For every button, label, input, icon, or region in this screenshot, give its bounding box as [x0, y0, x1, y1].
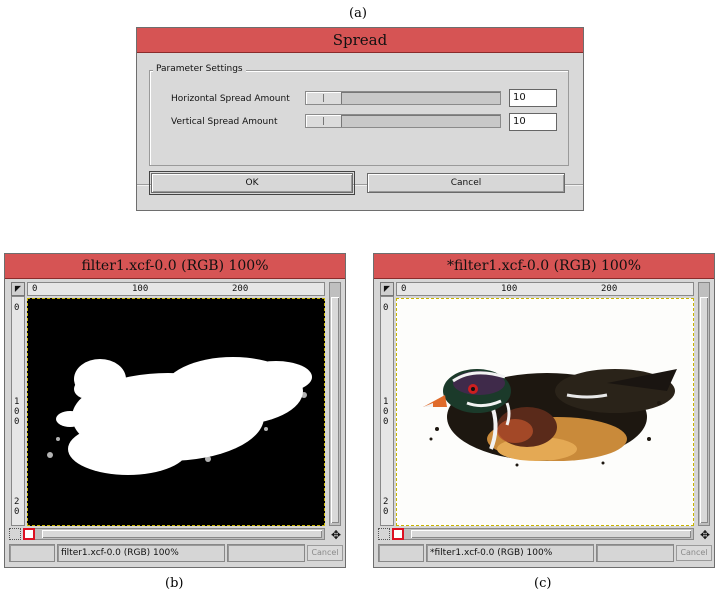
vertical-scrollbar[interactable] — [329, 282, 341, 526]
vertical-slider-thumb[interactable] — [306, 115, 342, 127]
window-title: filter1.xcf-0.0 (RGB) 100% — [81, 258, 269, 274]
scroll-thumb[interactable] — [331, 297, 339, 523]
quick-mask-toggle-icon[interactable] — [392, 528, 404, 540]
vertical-spread-label: Vertical Spread Amount — [171, 117, 278, 127]
progress-area — [596, 544, 674, 562]
ruler-tick: 100 — [501, 284, 518, 294]
caption-b: (b) — [165, 576, 184, 591]
image-canvas[interactable] — [396, 298, 694, 526]
ruler-tick: 0 — [32, 284, 38, 294]
spread-dialog: Spread Parameter Settings Horizontal Spr… — [136, 27, 584, 211]
navigate-icon[interactable]: ✥ — [329, 528, 343, 542]
scroll-thumb[interactable] — [700, 297, 708, 523]
horizontal-ruler[interactable]: 0 100 200 — [27, 282, 325, 296]
window-title: *filter1.xcf-0.0 (RGB) 100% — [446, 258, 642, 274]
image-window-duck: *filter1.xcf-0.0 (RGB) 100% ◤ 0 100 200 … — [373, 253, 715, 568]
quick-mask-icon[interactable] — [378, 528, 390, 540]
vertical-spread-slider[interactable] — [305, 114, 501, 128]
ruler-tick: 200 — [601, 284, 618, 294]
horizontal-spread-slider[interactable] — [305, 91, 501, 105]
window-titlebar[interactable]: *filter1.xcf-0.0 (RGB) 100% — [374, 254, 714, 279]
vertical-scrollbar[interactable] — [698, 282, 710, 526]
caption-c: (c) — [534, 576, 552, 591]
progress-area — [227, 544, 305, 562]
duck-image — [423, 369, 677, 467]
horizontal-scrollbar[interactable] — [27, 528, 325, 540]
status-cancel-button[interactable]: Cancel — [307, 545, 343, 561]
image-window-mask: filter1.xcf-0.0 (RGB) 100% ◤ 0 100 200 0… — [4, 253, 346, 568]
horizontal-spread-input[interactable]: 10 — [509, 89, 557, 107]
ruler-tick: 2 0 — [14, 497, 20, 517]
ruler-tick: 0 — [401, 284, 407, 294]
navigate-icon[interactable]: ✥ — [698, 528, 712, 542]
mask-image — [47, 357, 312, 475]
horizontal-ruler[interactable]: 0 100 200 — [396, 282, 694, 296]
ruler-tick: 0 — [383, 303, 389, 313]
status-cell-left — [9, 544, 55, 562]
caption-a: (a) — [349, 6, 367, 21]
dialog-titlebar[interactable]: Spread — [137, 28, 583, 53]
window-titlebar[interactable]: filter1.xcf-0.0 (RGB) 100% — [5, 254, 345, 279]
quick-mask-toggle-icon[interactable] — [23, 528, 35, 540]
menu-arrow-icon[interactable]: ◤ — [380, 282, 394, 296]
ruler-tick: 200 — [232, 284, 249, 294]
status-text: *filter1.xcf-0.0 (RGB) 100% — [426, 544, 594, 562]
status-cancel-button[interactable]: Cancel — [676, 545, 712, 561]
scroll-thumb[interactable] — [42, 530, 322, 538]
group-label: Parameter Settings — [153, 64, 246, 74]
quick-mask-icon[interactable] — [9, 528, 21, 540]
horizontal-scrollbar[interactable] — [396, 528, 694, 540]
scroll-thumb[interactable] — [411, 530, 691, 538]
vertical-ruler[interactable]: 0 1 0 0 2 0 — [380, 296, 394, 526]
vertical-spread-input[interactable]: 10 — [509, 113, 557, 131]
menu-arrow-icon[interactable]: ◤ — [11, 282, 25, 296]
image-canvas[interactable] — [27, 298, 325, 526]
ok-button[interactable]: OK — [149, 171, 355, 195]
cancel-button[interactable]: Cancel — [367, 173, 565, 193]
ruler-tick: 1 0 0 — [14, 397, 20, 427]
status-text: filter1.xcf-0.0 (RGB) 100% — [57, 544, 225, 562]
status-cell-left — [378, 544, 424, 562]
ruler-tick: 1 0 0 — [383, 397, 389, 427]
vertical-ruler[interactable]: 0 1 0 0 2 0 — [11, 296, 25, 526]
dialog-title: Spread — [332, 31, 388, 49]
ruler-tick: 2 0 — [383, 497, 389, 517]
ruler-tick: 100 — [132, 284, 149, 294]
horizontal-spread-label: Horizontal Spread Amount — [171, 94, 290, 104]
horizontal-slider-thumb[interactable] — [306, 92, 342, 104]
ruler-tick: 0 — [14, 303, 20, 313]
